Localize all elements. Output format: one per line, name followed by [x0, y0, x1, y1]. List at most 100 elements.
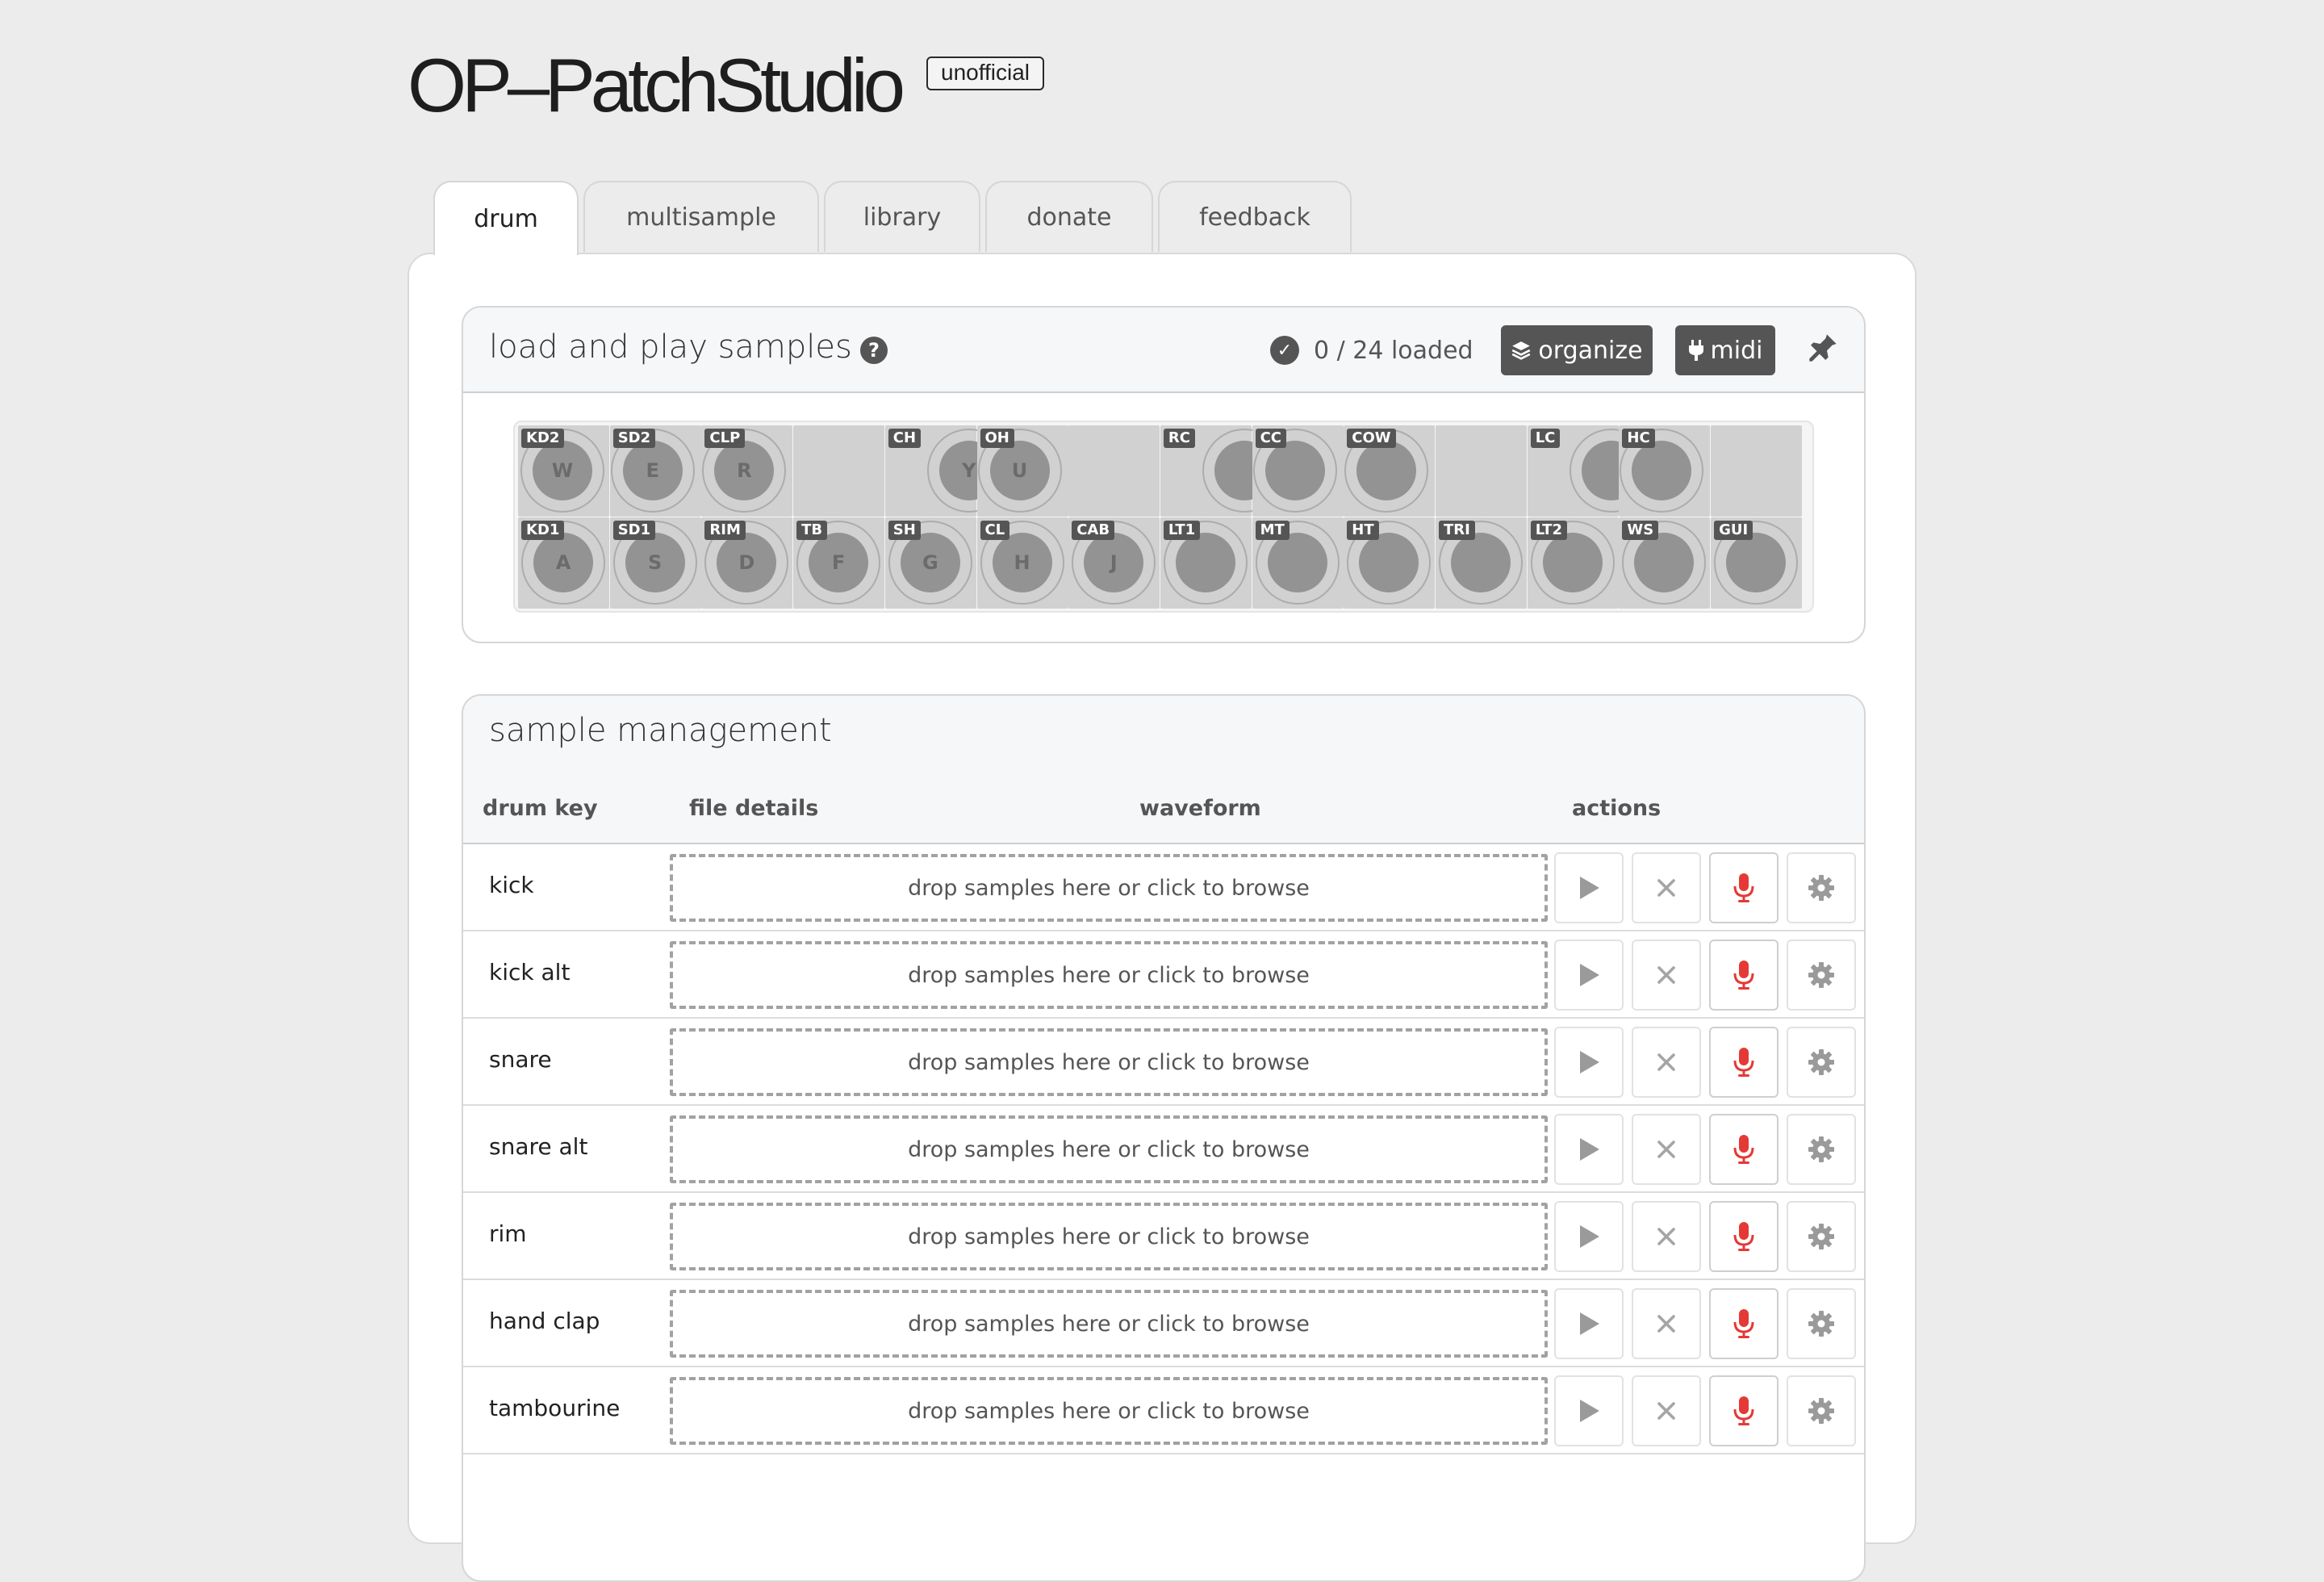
play-button[interactable] [1554, 940, 1624, 1011]
play-button[interactable] [1554, 1288, 1624, 1359]
play-button[interactable] [1554, 1027, 1624, 1098]
drum-pad[interactable]: G SH [884, 517, 976, 609]
drum-pad-grid: W KD2 E SD2 R CLP Y CH U OH RC CC COW LC HC A KD1 S SD1 D RI… [513, 421, 1814, 613]
drum-pad[interactable]: HT [1344, 517, 1436, 609]
drum-pad[interactable]: CC [1252, 425, 1344, 517]
pad-label: CAB [1072, 521, 1115, 540]
pad-label: CC [1255, 429, 1287, 448]
drum-pad[interactable]: LT1 [1160, 517, 1252, 609]
drum-pad[interactable]: MT [1252, 517, 1344, 609]
pad-label: LC [1530, 429, 1561, 448]
pad-key: S [625, 533, 685, 592]
record-button[interactable] [1709, 852, 1779, 923]
question-circle-icon[interactable]: ? [860, 337, 888, 364]
play-button[interactable] [1554, 1201, 1624, 1272]
pin-icon[interactable] [1807, 332, 1839, 364]
midi-button[interactable]: midi [1675, 325, 1775, 375]
sample-drop-zone[interactable]: drop samples here or click to browse [670, 1115, 1548, 1183]
clear-button[interactable] [1632, 1201, 1701, 1272]
settings-button[interactable] [1787, 852, 1856, 923]
drum-pad[interactable]: A KD1 [518, 517, 609, 609]
record-button[interactable] [1709, 1375, 1779, 1446]
sample-drop-zone[interactable]: drop samples here or click to browse [670, 1377, 1548, 1445]
pad-key [1264, 441, 1325, 500]
record-button[interactable] [1709, 1201, 1779, 1272]
play-icon [1580, 1138, 1599, 1161]
gear-icon [1808, 875, 1834, 901]
pad-label: CH [888, 429, 922, 448]
settings-button[interactable] [1787, 1375, 1856, 1446]
sample-drop-zone[interactable]: drop samples here or click to browse [670, 1203, 1548, 1270]
pad-label: LT1 [1163, 521, 1201, 540]
pad-label: SD1 [612, 521, 656, 540]
table-row: kick drop samples here or click to browse [463, 844, 1864, 931]
pad-key: F [809, 533, 869, 592]
drum-pad[interactable]: W KD2 [518, 425, 609, 517]
midi-label: midi [1710, 336, 1763, 365]
play-button[interactable] [1554, 852, 1624, 923]
clear-button[interactable] [1632, 940, 1701, 1011]
organize-button[interactable]: organize [1501, 325, 1653, 375]
drum-pad[interactable]: D RIM [701, 517, 793, 609]
drum-pad[interactable]: COW [1344, 425, 1436, 517]
tab-library[interactable]: library [824, 181, 980, 252]
settings-button[interactable] [1787, 1027, 1856, 1098]
drum-pad[interactable]: WS [1619, 517, 1711, 609]
pad-label: RC [1163, 429, 1195, 448]
drum-pad[interactable]: LT2 [1527, 517, 1619, 609]
drum-pad[interactable]: GUI [1711, 517, 1803, 609]
drum-pad[interactable]: H CL [976, 517, 1068, 609]
play-button[interactable] [1554, 1114, 1624, 1185]
tab-drum[interactable]: drum [433, 181, 579, 255]
clear-button[interactable] [1632, 1114, 1701, 1185]
column-header: waveform [1139, 796, 1261, 821]
settings-button[interactable] [1787, 940, 1856, 1011]
record-button[interactable] [1709, 1114, 1779, 1185]
clear-button[interactable] [1632, 1027, 1701, 1098]
gear-icon [1808, 1136, 1834, 1162]
microphone-icon [1733, 1396, 1754, 1425]
table-header: drum key file details waveform actions [463, 770, 1864, 844]
pad-label: KD1 [521, 521, 565, 540]
drum-pad[interactable]: J CAB [1068, 517, 1160, 609]
drum-pad[interactable]: LC [1527, 425, 1653, 517]
drum-pad[interactable]: E SD2 [609, 425, 701, 517]
pad-key [1267, 533, 1327, 592]
settings-button[interactable] [1787, 1201, 1856, 1272]
drum-pad[interactable]: U OH [976, 425, 1068, 517]
sample-drop-zone[interactable]: drop samples here or click to browse [670, 1290, 1548, 1358]
sample-drop-zone[interactable]: drop samples here or click to browse [670, 941, 1548, 1009]
clear-button[interactable] [1632, 852, 1701, 923]
table-row: kick alt drop samples here or click to br… [463, 931, 1864, 1019]
drum-pad[interactable]: RC [1160, 425, 1286, 517]
drum-pad[interactable]: R CLP [701, 425, 793, 517]
drum-pad[interactable]: Y CH [884, 425, 1011, 517]
tab-donate[interactable]: donate [985, 181, 1153, 252]
pad-label: HC [1622, 429, 1655, 448]
close-icon [1657, 1053, 1675, 1071]
record-button[interactable] [1709, 1027, 1779, 1098]
drum-pad[interactable]: S SD1 [609, 517, 701, 609]
drum-pad[interactable]: F TB [793, 517, 885, 609]
settings-button[interactable] [1787, 1288, 1856, 1359]
clear-button[interactable] [1632, 1288, 1701, 1359]
sample-management-header: sample management [463, 696, 1864, 772]
sample-drop-zone[interactable]: drop samples here or click to browse [670, 1028, 1548, 1096]
tab-multisample[interactable]: multisample [583, 181, 819, 252]
drum-pad[interactable]: HC [1619, 425, 1711, 517]
clear-button[interactable] [1632, 1375, 1701, 1446]
settings-button[interactable] [1787, 1114, 1856, 1185]
tab-feedback[interactable]: feedback [1158, 181, 1352, 252]
pad-label: CLP [704, 429, 746, 448]
pad-label: RIM [704, 521, 746, 540]
sample-drop-zone[interactable]: drop samples here or click to browse [670, 854, 1548, 922]
pad-label: CL [980, 521, 1010, 540]
column-header: file details [689, 796, 819, 821]
section-title: load and play samples [489, 329, 852, 366]
record-button[interactable] [1709, 1288, 1779, 1359]
pad-key [1726, 533, 1787, 592]
pad-key: R [714, 441, 775, 500]
play-button[interactable] [1554, 1375, 1624, 1446]
drum-pad[interactable]: TRI [1436, 517, 1527, 609]
record-button[interactable] [1709, 940, 1779, 1011]
